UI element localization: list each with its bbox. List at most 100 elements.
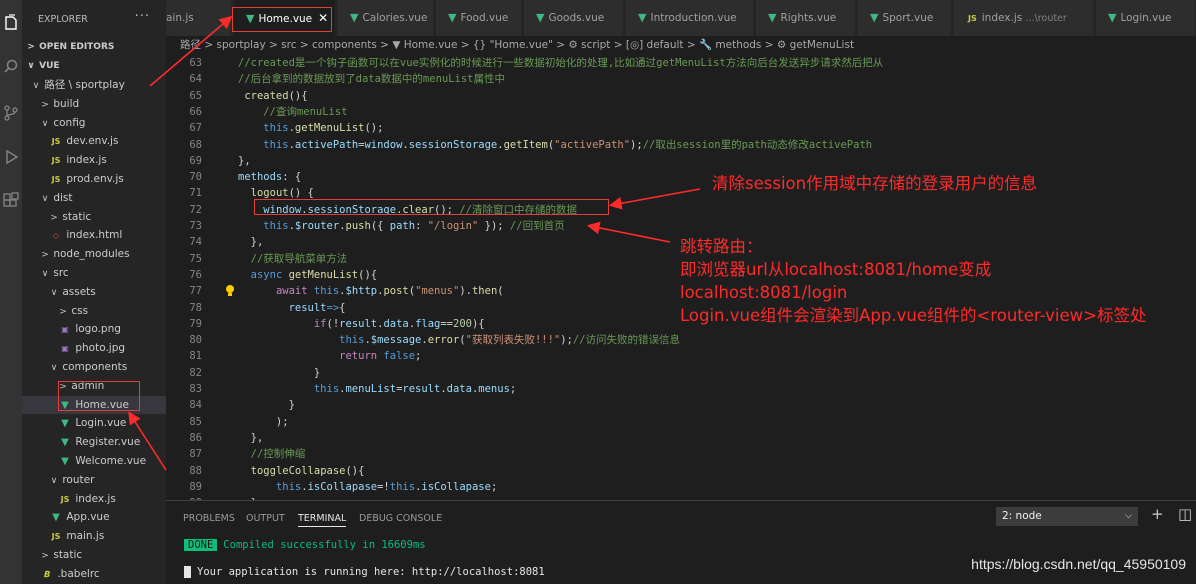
tree-folder[interactable]: > static: [22, 546, 166, 565]
code-token: }: [238, 399, 295, 412]
search-icon[interactable]: [2, 58, 20, 76]
code-text: this.$router.push({ path: "/login" }); /…: [238, 218, 565, 234]
tree-item-label: config: [53, 116, 86, 129]
source-control-icon[interactable]: [2, 104, 20, 122]
tree-folder[interactable]: ∨ components: [22, 358, 166, 377]
tree-file[interactable]: ▼ Register.vue: [22, 433, 166, 452]
code-token: //获取导航菜单方法: [250, 252, 348, 265]
code-token: (!: [326, 317, 340, 330]
code-line: 80 this.$message.error("获取列表失败!!!");//访问…: [166, 332, 1196, 348]
open-editors-section[interactable]: > OPEN EDITORS: [22, 38, 166, 57]
tab-problems[interactable]: PROBLEMS: [183, 511, 235, 527]
code-text: //created是一个钩子函数可以在vue实例化的时候进行一些数据初始化的处理…: [238, 55, 883, 71]
tree-folder[interactable]: ∨ dist: [22, 189, 166, 208]
tree-item-label: index.js: [66, 154, 107, 167]
code-token: 200: [453, 317, 472, 330]
tree-folder[interactable]: > static: [22, 208, 166, 227]
editor-tab[interactable]: JS index.js ...\router: [954, 0, 1094, 36]
editor-tab[interactable]: ▼ Sport.vue: [858, 0, 952, 36]
split-terminal-icon[interactable]: ◫: [1178, 505, 1192, 523]
js-file-icon: JS: [968, 14, 977, 23]
code-token: this: [263, 220, 289, 232]
tree-folder[interactable]: > build: [22, 95, 166, 114]
tree-file[interactable]: ▼ App.vue: [22, 508, 166, 527]
code-token: this: [339, 334, 365, 347]
tree-folder[interactable]: ∨ 路径 \ sportplay: [22, 76, 166, 95]
project-section[interactable]: ∨ VUE: [22, 57, 166, 76]
code-token: this: [263, 122, 289, 135]
code-token: ({: [370, 220, 390, 232]
code-token: window: [364, 138, 403, 151]
annotation-route-line: Login.vue组件会渲染到App.vue组件的<router-view>标签…: [680, 306, 1147, 325]
explorer-icon[interactable]: [2, 14, 20, 32]
code-token: ){: [471, 317, 485, 330]
tree-folder[interactable]: ∨ router: [22, 471, 166, 490]
tree-file[interactable]: JS dev.env.js: [22, 132, 166, 151]
editor-tab[interactable]: ▼ Rights.vue: [756, 0, 856, 36]
breadcrumb[interactable]: 路径 > sportplay > src > components > ▼ Ho…: [166, 36, 1196, 54]
tab-highlight-box: [232, 7, 332, 32]
tree-item-label: dist: [53, 191, 73, 204]
code-token: ;: [415, 350, 422, 363]
add-terminal-icon[interactable]: +: [1151, 505, 1164, 523]
tab-terminal[interactable]: TERMINAL: [298, 511, 347, 527]
tree-folder[interactable]: ∨ src: [22, 264, 166, 283]
tree-folder[interactable]: > node_modules: [22, 245, 166, 264]
editor-tab[interactable]: ▼ Introduction.vue: [626, 0, 754, 36]
extensions-icon[interactable]: [2, 192, 20, 210]
code-token: this: [389, 480, 416, 493]
tree-folder[interactable]: ∨ assets: [22, 283, 166, 302]
tree-item-label: .babelrc: [57, 567, 100, 580]
line-number: 86: [189, 431, 202, 444]
tree-file[interactable]: 𝑩 .babelrc: [22, 565, 166, 584]
chevron-down-icon: ∨: [41, 193, 49, 204]
editor-tab[interactable]: ▼ Food.vue: [436, 0, 522, 36]
editor-tab[interactable]: ▼ Login.vue: [1096, 0, 1196, 36]
code-token: =!: [377, 480, 390, 493]
editor-tab[interactable]: ▼ Goods.vue: [524, 0, 624, 36]
tree-file[interactable]: JS index.js: [22, 151, 166, 170]
terminal-select[interactable]: 2: node ⌵: [996, 507, 1138, 526]
more-actions-icon[interactable]: ···: [135, 9, 150, 24]
vue-file-icon: ▼: [768, 11, 777, 24]
tree-file[interactable]: ◇ index.html: [22, 226, 166, 245]
line-number: 71: [189, 187, 202, 200]
tree-file[interactable]: JS main.js: [22, 527, 166, 546]
chevron-right-icon: >: [41, 550, 49, 561]
line-number: 78: [189, 301, 202, 314]
vue-file-icon: ▼: [870, 11, 879, 24]
run-debug-icon[interactable]: [2, 148, 20, 166]
tree-file[interactable]: ▣ logo.png: [22, 320, 166, 339]
tab-debug-console[interactable]: DEBUG CONSOLE: [359, 511, 442, 527]
tree-file[interactable]: ▼ Login.vue: [22, 414, 166, 433]
tab-output[interactable]: OUTPUT: [246, 511, 285, 527]
code-token: //回到首页: [509, 220, 565, 232]
line-number: 88: [189, 464, 202, 477]
tree-file[interactable]: JS index.js: [22, 490, 166, 509]
tree-file[interactable]: ▣ photo.jpg: [22, 339, 166, 358]
line-number: 64: [189, 73, 202, 86]
code-text: this.isCollapase=!this.isCollapase;: [238, 479, 497, 495]
editor-tab[interactable]: ▼ Calories.vue: [338, 0, 434, 36]
code-token: activePath: [294, 138, 359, 151]
code-token: //后台拿到的数据放到了data数据中的menuList属性中: [238, 73, 506, 86]
code-text: this.getMenuList();: [238, 120, 383, 136]
line-number: 80: [189, 334, 202, 347]
tree-folder[interactable]: ∨ config: [22, 114, 166, 133]
code-line: 89 this.isCollapase=!this.isCollapase;: [166, 479, 1196, 495]
code-token: post: [383, 285, 409, 298]
tree-file[interactable]: ▼ Welcome.vue: [22, 452, 166, 471]
tree-file[interactable]: JS prod.env.js: [22, 170, 166, 189]
lightbulb-icon[interactable]: [224, 283, 236, 299]
tree-folder[interactable]: > css: [22, 302, 166, 321]
code-line: 87 //控制伸缩: [166, 446, 1196, 462]
editor-tab[interactable]: ain.js: [166, 0, 232, 36]
tab-label: Login.vue: [1120, 12, 1172, 24]
tree-item-label: static: [53, 548, 83, 561]
code-token: this: [263, 138, 289, 151]
